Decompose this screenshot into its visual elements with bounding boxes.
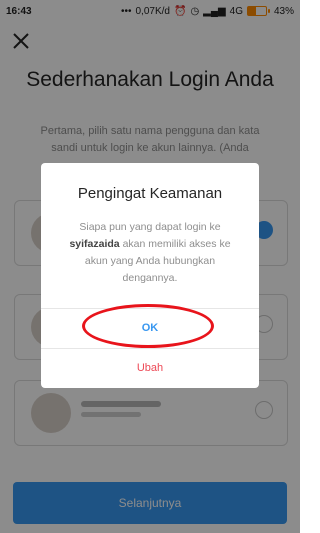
dialog-username: syifazaida: [69, 238, 120, 250]
dialog-message: Siapa pun yang dapat login ke syifazaida…: [61, 219, 239, 287]
security-reminder-dialog: Pengingat Keamanan Siapa pun yang dapat …: [41, 163, 259, 388]
change-button[interactable]: Ubah: [41, 349, 259, 387]
dialog-title: Pengingat Keamanan: [77, 185, 223, 202]
highlight-circle-annotation: [82, 304, 214, 348]
dialog-message-pre: Siapa pun yang dapat login ke: [79, 221, 221, 233]
